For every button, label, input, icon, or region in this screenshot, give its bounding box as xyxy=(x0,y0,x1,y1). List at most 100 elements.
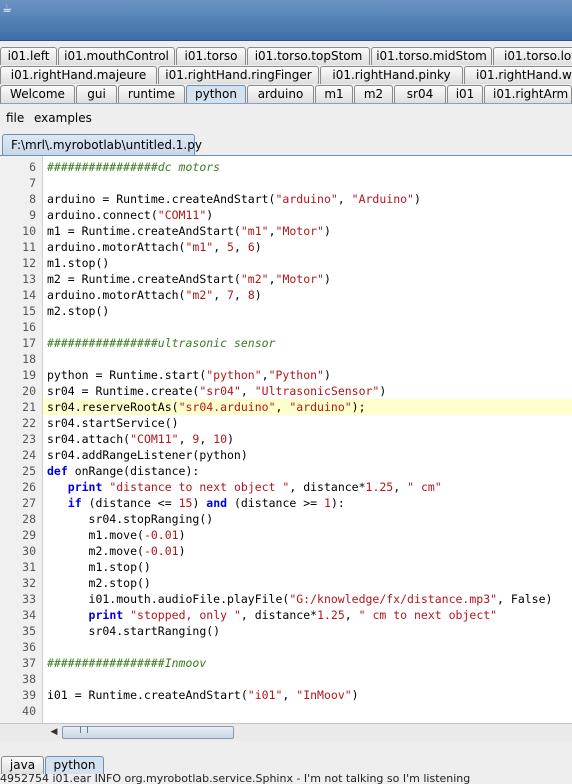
code-line[interactable]: arduino.motorAttach("m1", 5, 6) xyxy=(43,239,572,255)
line-number: 13 xyxy=(22,272,36,286)
code-token: 1.25 xyxy=(365,480,394,494)
code-token: "m1" xyxy=(240,224,269,238)
code-token: ) xyxy=(227,432,235,446)
code-token: ) xyxy=(413,192,421,206)
code-line[interactable]: ################dc motors xyxy=(43,159,572,175)
code-token: i01.mouth.audioFile.playFile( xyxy=(47,592,290,606)
line-number: 35 xyxy=(22,624,36,638)
tab-i01-left[interactable]: i01.left xyxy=(0,47,57,65)
code-token: m1.move( xyxy=(47,528,144,542)
code-line[interactable]: sr04.startService() xyxy=(43,415,572,431)
menu-file[interactable]: file xyxy=(6,111,24,125)
code-editor[interactable]: 6 7 8 9 10 11 12 13 14 15 16 17 18 19 20 21 22 23 24 25 26 27… xyxy=(0,155,572,741)
code-line[interactable]: if (distance <= 15) and (distance >= 1): xyxy=(43,495,572,511)
code-token: 5 xyxy=(227,240,234,254)
code-token: , xyxy=(199,432,214,446)
code-line[interactable]: arduino.connect("COM11") xyxy=(43,207,572,223)
line-number: 20 xyxy=(22,384,36,398)
code-line[interactable]: sr04.startRanging() xyxy=(43,623,572,639)
code-line[interactable]: m2.move(-0.01) xyxy=(43,543,572,559)
code-line[interactable]: sr04.attach("COM11", 9, 10) xyxy=(43,431,572,447)
code-token: m1.stop() xyxy=(47,560,151,574)
scroll-left-arrow-icon[interactable]: ◀ xyxy=(48,726,60,738)
code-line[interactable] xyxy=(43,671,572,687)
tab-m2[interactable]: m2 xyxy=(354,85,393,103)
code-line[interactable] xyxy=(43,351,572,367)
line-number: 36 xyxy=(22,640,36,654)
code-token: , xyxy=(240,384,255,398)
code-token: "arduino" xyxy=(275,192,338,206)
code-token: 6 xyxy=(247,240,255,254)
code-line[interactable] xyxy=(43,175,572,191)
code-line[interactable]: i01.mouth.audioFile.playFile("G:/knowled… xyxy=(43,591,572,607)
tab-runtime[interactable]: runtime xyxy=(118,85,185,103)
file-tab-untitled[interactable]: F:\mrl\.myrobotlab\untitled.1.py xyxy=(2,134,202,156)
code-line[interactable]: arduino = Runtime.createAndStart("arduin… xyxy=(43,191,572,207)
tab-i01-righthand-ringfinger[interactable]: i01.rightHand.ringFinger xyxy=(158,66,319,84)
tab-i01[interactable]: i01 xyxy=(447,85,483,103)
tab-i01-righthand-wri[interactable]: i01.rightHand.wri xyxy=(464,66,572,84)
tab-i01-torso-midstom[interactable]: i01.torso.midStom xyxy=(371,47,492,65)
tab-sr04[interactable]: sr04 xyxy=(394,85,446,103)
code-token: ) xyxy=(379,384,387,398)
tab-i01-torso[interactable]: i01.torso xyxy=(176,47,246,65)
code-line[interactable]: arduino.motorAttach("m2", 7, 8) xyxy=(43,287,572,303)
code-token: 7 xyxy=(227,288,234,302)
code-line[interactable]: m1.stop() xyxy=(43,559,572,575)
tab-gui[interactable]: gui xyxy=(76,85,117,103)
line-number: 22 xyxy=(22,416,36,430)
code-line[interactable] xyxy=(43,639,572,655)
code-line[interactable]: i01 = Runtime.createAndStart("i01", "InM… xyxy=(43,687,572,703)
tab-python[interactable]: python xyxy=(186,85,246,103)
code-line[interactable]: sr04.stopRanging() xyxy=(43,511,572,527)
menu-examples[interactable]: examples xyxy=(34,111,92,125)
code-line[interactable] xyxy=(43,703,572,719)
code-line[interactable]: m1 = Runtime.createAndStart("m1","Motor"… xyxy=(43,223,572,239)
code-token: print xyxy=(67,480,103,494)
code-token: arduino.connect( xyxy=(47,208,158,222)
code-line[interactable]: m2.stop() xyxy=(43,575,572,591)
code-line[interactable]: sr04 = Runtime.create("sr04", "Ultrasoni… xyxy=(43,383,572,399)
code-line[interactable]: sr04.addRangeListener(python) xyxy=(43,447,572,463)
code-token: " cm to next object" xyxy=(358,608,498,622)
tab-i01-torso-low[interactable]: i01.torso.low xyxy=(493,47,572,65)
menu-bar: file examples xyxy=(0,108,572,130)
code-token: m2.stop() xyxy=(47,304,110,318)
code-line[interactable] xyxy=(43,319,572,335)
code-line[interactable]: sr04.reserveRootAs("sr04.arduino", "ardu… xyxy=(43,399,572,415)
code-area[interactable]: ################dc motors arduino = Runti… xyxy=(43,156,572,723)
code-line[interactable]: m2 = Runtime.createAndStart("m2","Motor"… xyxy=(43,271,572,287)
code-line[interactable]: m2.stop() xyxy=(43,303,572,319)
code-line[interactable]: def onRange(distance): xyxy=(43,463,572,479)
line-number: 32 xyxy=(22,576,36,590)
code-token: , xyxy=(275,400,290,414)
code-line[interactable]: print "distance to next object ", distan… xyxy=(43,479,572,495)
code-line[interactable]: m1.stop() xyxy=(43,255,572,271)
tab-arduino[interactable]: arduino xyxy=(247,85,314,103)
tab-welcome[interactable]: Welcome xyxy=(0,85,75,103)
tab-m1[interactable]: m1 xyxy=(315,85,353,103)
line-number: 40 xyxy=(22,704,36,718)
line-number: 6 xyxy=(29,160,36,174)
code-token: sr04.addRangeListener(python) xyxy=(47,448,248,462)
tab-python-console[interactable]: python xyxy=(45,756,104,774)
code-line[interactable]: print "stopped, only ", distance*1.25, "… xyxy=(43,607,572,623)
tab-i01-rightarm[interactable]: i01.rightArm xyxy=(484,85,572,103)
tab-i01-torso-topstom[interactable]: i01.torso.topStom xyxy=(247,47,370,65)
code-line[interactable]: m1.move(-0.01) xyxy=(43,527,572,543)
line-number: 10 xyxy=(22,224,36,238)
line-number: 18 xyxy=(22,352,36,366)
code-token: "UltrasonicSensor" xyxy=(254,384,380,398)
code-token: -0.01 xyxy=(143,528,179,542)
code-line[interactable]: python = Runtime.start("python","Python"… xyxy=(43,367,572,383)
tab-i01-righthand-pinky[interactable]: i01.rightHand.pinky xyxy=(320,66,463,84)
tab-i01-mouthcontrol[interactable]: i01.mouthControl xyxy=(58,47,175,65)
code-token: "sr04.arduino" xyxy=(178,400,276,414)
tab-java[interactable]: java xyxy=(1,756,44,774)
horizontal-scrollbar[interactable]: ◀ xyxy=(0,723,572,741)
code-line[interactable]: #################Inmoov xyxy=(43,655,572,671)
code-line[interactable]: ################ultrasonic sensor xyxy=(43,335,572,351)
code-token: , xyxy=(344,608,359,622)
tab-i01-righthand-majeure[interactable]: i01.rightHand.majeure xyxy=(0,66,157,84)
line-number-gutter: 6 7 8 9 10 11 12 13 14 15 16 17 18 19 20 21 22 23 24 25 26 27… xyxy=(0,156,43,723)
